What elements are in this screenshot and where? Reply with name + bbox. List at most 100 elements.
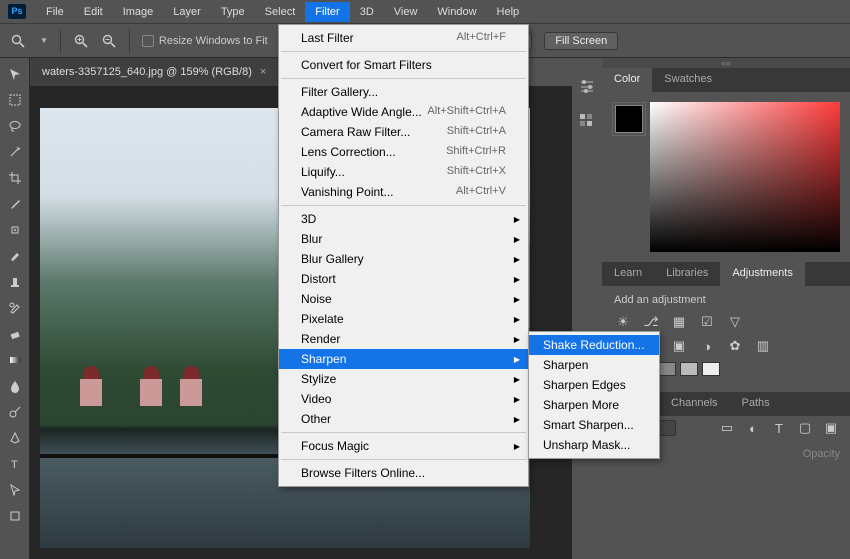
adj-colorlookup-icon[interactable]: ✿	[726, 338, 744, 354]
menu-help[interactable]: Help	[487, 2, 530, 22]
adj-brightness-icon[interactable]: ☀	[614, 314, 632, 330]
menu-sub-blur-gallery[interactable]: Blur Gallery	[279, 249, 528, 269]
resize-windows-checkbox[interactable]: Resize Windows to Fit	[142, 35, 268, 47]
menu-lens-correction[interactable]: Lens Correction...Shift+Ctrl+R	[279, 142, 528, 162]
submenu-sharpen-edges[interactable]: Sharpen Edges	[529, 375, 659, 395]
app-icon: Ps	[8, 4, 26, 19]
menu-layer[interactable]: Layer	[163, 2, 211, 22]
adj-swatch[interactable]	[658, 362, 676, 376]
document-tab[interactable]: waters-3357125_640.jpg @ 159% (RGB/8) ×	[30, 58, 279, 86]
menu-sub-distort[interactable]: Distort	[279, 269, 528, 289]
adj-swatch[interactable]	[702, 362, 720, 376]
zoom-in-icon[interactable]	[73, 33, 89, 49]
tool-type[interactable]: T	[3, 452, 27, 476]
separator	[281, 78, 526, 79]
tool-eyedropper[interactable]	[3, 192, 27, 216]
menu-file[interactable]: File	[36, 2, 74, 22]
tool-gradient[interactable]	[3, 348, 27, 372]
adj-photofilter-icon[interactable]: ▣	[670, 338, 688, 354]
tab-color[interactable]: Color	[602, 68, 652, 92]
menu-image[interactable]: Image	[113, 2, 164, 22]
tab-learn[interactable]: Learn	[602, 262, 654, 286]
tab-swatches[interactable]: Swatches	[652, 68, 724, 92]
submenu-sharpen[interactable]: Sharpen	[529, 355, 659, 375]
menu-camera-raw[interactable]: Camera Raw Filter...Shift+Ctrl+A	[279, 122, 528, 142]
menu-last-filter[interactable]: Last FilterAlt+Ctrl+F	[279, 28, 528, 48]
tool-blur[interactable]	[3, 374, 27, 398]
menu-adaptive-wide-angle[interactable]: Adaptive Wide Angle...Alt+Shift+Ctrl+A	[279, 102, 528, 122]
adjustments-title: Add an adjustment	[614, 294, 838, 306]
menu-sub-noise[interactable]: Noise	[279, 289, 528, 309]
menu-edit[interactable]: Edit	[74, 2, 113, 22]
svg-text:T: T	[11, 459, 18, 471]
tab-libraries[interactable]: Libraries	[654, 262, 720, 286]
tab-adjustments[interactable]: Adjustments	[720, 262, 805, 286]
menu-focus-magic[interactable]: Focus Magic	[279, 436, 528, 456]
menu-filter-gallery[interactable]: Filter Gallery...	[279, 82, 528, 102]
submenu-smart-sharpen[interactable]: Smart Sharpen...	[529, 415, 659, 435]
tool-history-brush[interactable]	[3, 296, 27, 320]
adj-swatch[interactable]	[680, 362, 698, 376]
panel-collapse-icon[interactable]: ««	[602, 58, 850, 68]
filter-adj-icon[interactable]: ◐	[744, 420, 762, 436]
adj-invert-icon[interactable]: ▥	[754, 338, 772, 354]
tab-channels[interactable]: Channels	[659, 392, 729, 416]
menu-sub-sharpen[interactable]: Sharpen	[279, 349, 528, 369]
menu-sub-blur[interactable]: Blur	[279, 229, 528, 249]
menu-window[interactable]: Window	[427, 2, 486, 22]
tool-dodge[interactable]	[3, 400, 27, 424]
menu-select[interactable]: Select	[255, 2, 306, 22]
swatches-icon[interactable]	[578, 112, 596, 128]
tool-eraser[interactable]	[3, 322, 27, 346]
tool-marquee[interactable]	[3, 88, 27, 112]
submenu-shake-reduction[interactable]: Shake Reduction...	[529, 335, 659, 355]
foreground-swatch[interactable]	[612, 102, 646, 136]
filter-shape-icon[interactable]: ▢	[796, 420, 814, 436]
tool-path-select[interactable]	[3, 478, 27, 502]
adj-exposure-icon[interactable]: ☑	[698, 314, 716, 330]
menu-sub-pixelate[interactable]: Pixelate	[279, 309, 528, 329]
menu-liquify[interactable]: Liquify...Shift+Ctrl+X	[279, 162, 528, 182]
filter-image-icon[interactable]: ▭	[718, 420, 736, 436]
tool-move[interactable]	[3, 62, 27, 86]
tool-heal[interactable]	[3, 218, 27, 242]
adj-channelmix-icon[interactable]: ◑	[698, 338, 716, 354]
menu-type[interactable]: Type	[211, 2, 255, 22]
menu-convert-smart[interactable]: Convert for Smart Filters	[279, 55, 528, 75]
menu-sub-video[interactable]: Video	[279, 389, 528, 409]
tool-stamp[interactable]	[3, 270, 27, 294]
fill-screen-button[interactable]: Fill Screen	[544, 32, 618, 50]
submenu-sharpen-more[interactable]: Sharpen More	[529, 395, 659, 415]
tool-wand[interactable]	[3, 140, 27, 164]
menu-view[interactable]: View	[384, 2, 428, 22]
menu-sub-render[interactable]: Render	[279, 329, 528, 349]
chevron-down-icon[interactable]: ▼	[40, 36, 48, 45]
menu-sub-stylize[interactable]: Stylize	[279, 369, 528, 389]
filter-smart-icon[interactable]: ▣	[822, 420, 840, 436]
zoom-tool-icon[interactable]	[10, 33, 26, 49]
menu-vanishing-point[interactable]: Vanishing Point...Alt+Ctrl+V	[279, 182, 528, 202]
close-tab-icon[interactable]: ×	[260, 66, 266, 78]
opacity-label: Opacity	[803, 448, 840, 460]
zoom-out-icon[interactable]	[101, 33, 117, 49]
menu-filter[interactable]: Filter	[305, 2, 349, 22]
checkbox-icon	[142, 35, 154, 47]
submenu-unsharp-mask[interactable]: Unsharp Mask...	[529, 435, 659, 455]
tool-crop[interactable]	[3, 166, 27, 190]
tool-shape[interactable]	[3, 504, 27, 528]
menu-3d[interactable]: 3D	[350, 2, 384, 22]
menu-sub-3d[interactable]: 3D	[279, 209, 528, 229]
adj-levels-icon[interactable]: ⎇	[642, 314, 660, 330]
sliders-icon[interactable]	[578, 78, 596, 94]
color-field[interactable]	[650, 102, 840, 252]
tool-pen[interactable]	[3, 426, 27, 450]
tool-brush[interactable]	[3, 244, 27, 268]
tool-lasso[interactable]	[3, 114, 27, 138]
filter-type-icon[interactable]: T	[770, 420, 788, 436]
adj-curves-icon[interactable]: ▦	[670, 314, 688, 330]
adj-vibrance-icon[interactable]: ▽	[726, 314, 744, 330]
menu-browse-filters[interactable]: Browse Filters Online...	[279, 463, 528, 483]
document-title: waters-3357125_640.jpg @ 159% (RGB/8)	[42, 66, 252, 78]
menu-sub-other[interactable]: Other	[279, 409, 528, 429]
tab-paths[interactable]: Paths	[730, 392, 782, 416]
